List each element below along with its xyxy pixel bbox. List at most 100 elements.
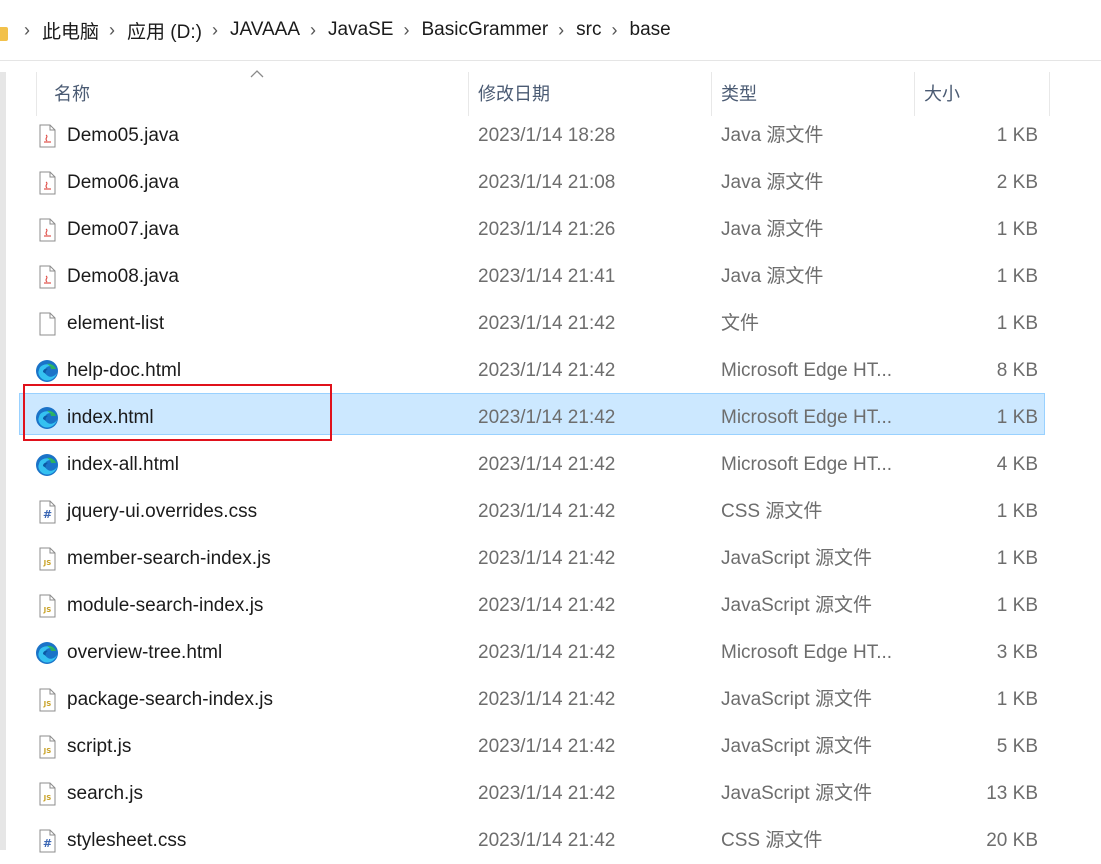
chevron-right-icon[interactable]: › [24,21,30,39]
breadcrumb: › 此电脑 › 应用 (D:) › JAVAAA › JavaSE › BasicGrammer ›… [20,0,677,60]
file-modified-date: 2023/1/14 21:42 [478,595,616,616]
file-row[interactable]: index-all.html 2023/1/14 21:42 Microsoft E… [20,441,1044,481]
breadcrumb-item[interactable]: 应用 (D:) [127,17,202,44]
file-row[interactable]: Demo05.java 2023/1/14 18:28 Java 源文件 1 KB [20,112,1044,152]
file-type: Microsoft Edge HT... [721,360,893,381]
file-modified-date: 2023/1/14 21:26 [478,219,616,240]
file-name: help-doc.html [67,360,182,381]
file-name: script.js [67,736,132,757]
column-divider[interactable] [468,72,469,116]
file-modified-date: 2023/1/14 21:42 [478,736,616,757]
edge-icon [36,642,58,664]
java-file-icon [39,265,56,289]
column-divider[interactable] [1049,72,1050,116]
file-size: 4 KB [996,454,1038,475]
js-file-icon: JS [39,782,56,806]
chevron-right-icon[interactable]: › [212,21,218,39]
file-type: CSS 源文件 [721,830,823,851]
file-row[interactable]: # stylesheet.css 2023/1/14 21:42 CSS 源文件 20 … [20,817,1044,857]
file-size: 8 KB [996,360,1038,381]
file-name: Demo06.java [67,172,179,193]
file-row[interactable]: Demo07.java 2023/1/14 21:26 Java 源文件 1 KB [20,206,1044,246]
svg-text:JS: JS [43,794,52,802]
file-row[interactable]: JS package-search-index.js 2023/1/14 21:42… [20,676,1044,716]
breadcrumb-item[interactable]: 此电脑 [42,17,99,44]
file-type: Microsoft Edge HT... [721,454,893,475]
file-size: 3 KB [996,642,1038,663]
file-size: 1 KB [996,689,1038,710]
java-file-icon [39,171,56,195]
sort-ascending-icon [250,70,264,78]
file-row[interactable]: element-list 2023/1/14 21:42 文件 1 KB [20,300,1044,340]
file-size: 20 KB [986,830,1038,851]
file-row[interactable]: index.html 2023/1/14 21:42 Microsoft Edge … [19,393,1045,435]
file-modified-date: 2023/1/14 21:42 [478,360,616,381]
breadcrumb-item[interactable]: BasicGrammer [421,19,548,41]
edge-icon [36,407,58,429]
file-row[interactable]: # jquery-ui.overrides.css 2023/1/14 21:42 C… [20,488,1044,528]
file-row[interactable]: Demo08.java 2023/1/14 21:41 Java 源文件 1 KB [20,253,1044,293]
file-type: Java 源文件 [721,172,824,193]
file-name: member-search-index.js [67,548,271,569]
file-type: JavaScript 源文件 [721,689,872,710]
column-header-size[interactable]: 大小 [924,80,960,104]
column-divider [36,72,37,116]
file-size: 2 KB [996,172,1038,193]
file-modified-date: 2023/1/14 18:28 [478,125,616,146]
file-row[interactable]: overview-tree.html 2023/1/14 21:42 Microso… [20,629,1044,669]
java-file-icon [39,218,56,242]
breadcrumb-item[interactable]: base [630,19,671,41]
column-divider[interactable] [914,72,915,116]
file-type: JavaScript 源文件 [721,595,872,616]
file-type: Java 源文件 [721,125,824,146]
file-name: index.html [67,407,154,428]
file-row[interactable]: Demo06.java 2023/1/14 21:08 Java 源文件 2 KB [20,159,1044,199]
js-file-icon: JS [39,735,56,759]
svg-text:JS: JS [43,559,52,567]
file-name: search.js [67,783,144,804]
file-name: module-search-index.js [67,595,264,616]
file-name: jquery-ui.overrides.css [67,501,258,522]
file-row[interactable]: help-doc.html 2023/1/14 21:42 Microsoft Ed… [20,347,1044,387]
svg-text:JS: JS [43,606,52,614]
file-name: Demo05.java [67,125,179,146]
column-divider[interactable] [711,72,712,116]
file-size: 1 KB [996,313,1038,334]
edge-icon [36,454,58,476]
chevron-right-icon[interactable]: › [109,21,115,39]
file-row[interactable]: JS search.js 2023/1/14 21:42 JavaScript 源文件… [20,770,1044,810]
file-modified-date: 2023/1/14 21:42 [478,454,616,475]
js-file-icon: JS [39,688,56,712]
file-type: JavaScript 源文件 [721,783,872,804]
chevron-right-icon[interactable]: › [403,21,409,39]
file-modified-date: 2023/1/14 21:42 [478,642,616,663]
file-size: 1 KB [996,501,1038,522]
column-header-date[interactable]: 修改日期 [478,80,550,104]
address-bar[interactable]: › 此电脑 › 应用 (D:) › JAVAAA › JavaSE › BasicGrammer ›… [0,0,1101,61]
file-modified-date: 2023/1/14 21:42 [478,830,616,851]
file-type: 文件 [721,313,760,334]
js-file-icon: JS [39,547,56,571]
column-header-type[interactable]: 类型 [721,80,757,104]
breadcrumb-item[interactable]: src [576,19,601,41]
css-file-icon: # [39,829,56,853]
file-size: 1 KB [996,407,1038,428]
breadcrumb-item[interactable]: JavaSE [328,19,393,41]
chevron-right-icon[interactable]: › [612,21,618,39]
column-header-name[interactable]: 名称 [54,80,90,104]
file-modified-date: 2023/1/14 21:42 [478,407,616,428]
file-type: JavaScript 源文件 [721,736,872,757]
chevron-right-icon[interactable]: › [558,21,564,39]
js-file-icon: JS [39,594,56,618]
file-row[interactable]: JS member-search-index.js 2023/1/14 21:42 J… [20,535,1044,575]
file-row[interactable]: JS script.js 2023/1/14 21:42 JavaScript 源文件… [20,723,1044,763]
file-name: Demo07.java [67,219,179,240]
file-size: 1 KB [996,266,1038,287]
breadcrumb-item[interactable]: JAVAAA [230,19,300,41]
file-row[interactable]: JS module-search-index.js 2023/1/14 21:42 J… [20,582,1044,622]
file-type: JavaScript 源文件 [721,548,872,569]
file-type: Java 源文件 [721,266,824,287]
file-type: Microsoft Edge HT... [721,642,893,663]
chevron-right-icon[interactable]: › [310,21,316,39]
java-file-icon [39,124,56,148]
